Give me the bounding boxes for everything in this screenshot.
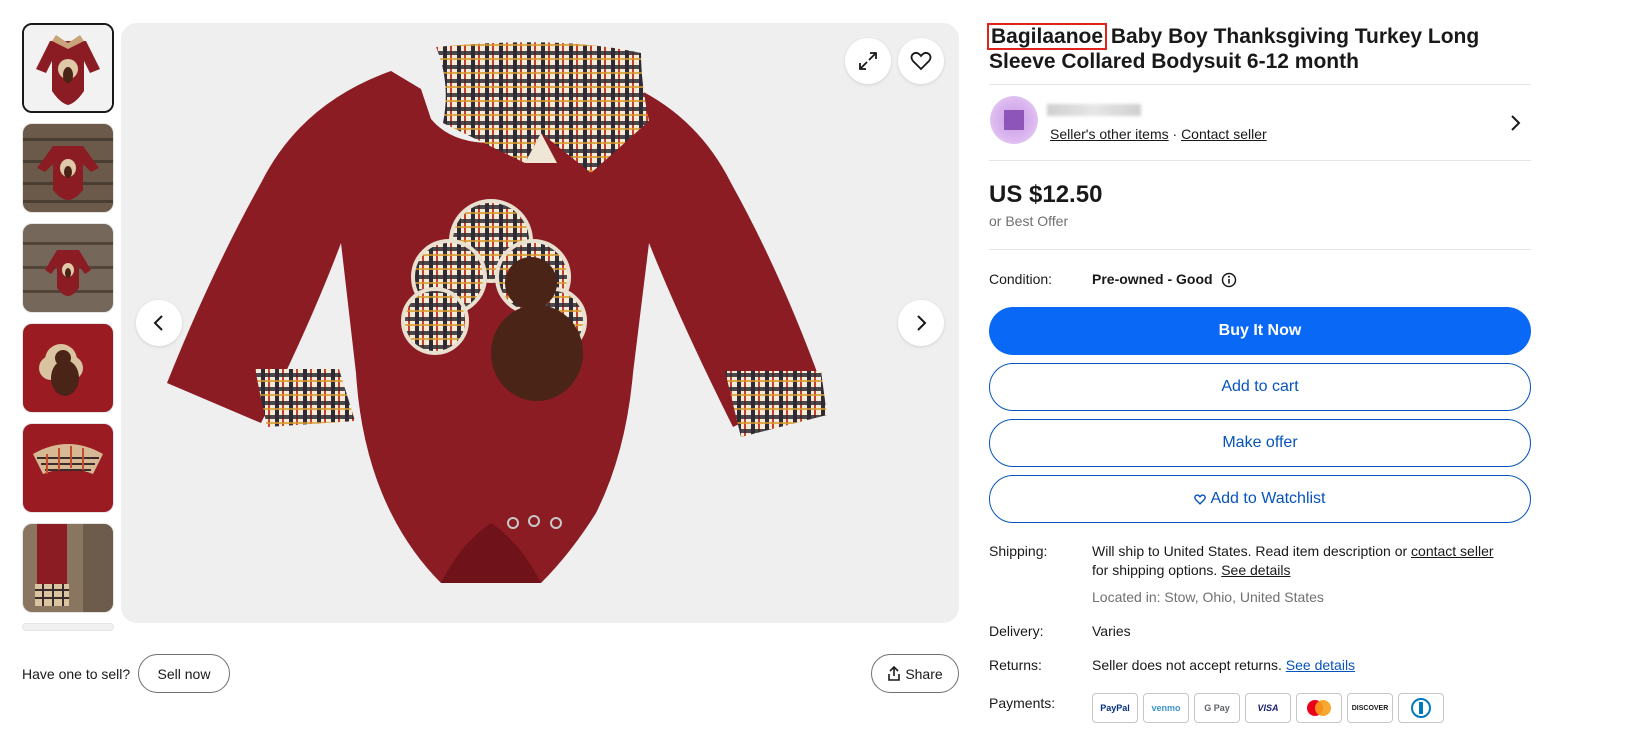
thumbnail-3[interactable] [22, 223, 114, 313]
main-product-image[interactable] [121, 23, 959, 623]
shipping-text-2: for shipping options. [1092, 562, 1222, 578]
heart-icon [1194, 493, 1207, 505]
returns-text: Seller does not accept returns. [1092, 657, 1286, 673]
payment-methods: PayPal venmo G Pay VISA DISCOVER [1092, 693, 1444, 723]
contact-seller-link[interactable]: contact seller [1411, 543, 1493, 559]
collar-closeup-image [23, 424, 113, 512]
add-to-cart-button[interactable]: Add to cart [989, 363, 1531, 411]
buy-it-now-button[interactable]: Buy It Now [989, 307, 1531, 355]
divider [989, 84, 1531, 85]
info-icon[interactable] [1221, 272, 1237, 288]
watch-heart-button[interactable] [898, 38, 944, 84]
venmo-logo: venmo [1143, 693, 1189, 723]
seller-avatar[interactable] [990, 96, 1038, 144]
thumbnail-7[interactable] [22, 623, 114, 631]
chevron-right-icon [1511, 115, 1521, 131]
shipping-see-details-link[interactable]: See details [1221, 562, 1290, 578]
discover-logo: DISCOVER [1347, 693, 1393, 723]
shipping-value: Will ship to United States. Read item de… [1092, 542, 1532, 580]
returns-label: Returns: [989, 657, 1042, 673]
delivery-label: Delivery: [989, 623, 1044, 639]
sleeve-closeup-image [23, 524, 113, 612]
previous-image-button[interactable] [136, 300, 182, 346]
thumbnail-6[interactable] [22, 523, 114, 613]
mastercard-logo [1296, 693, 1342, 723]
shipping-label: Shipping: [989, 543, 1048, 559]
item-title: Bagilaanoe Baby Boy Thanksgiving Turkey … [986, 23, 1531, 74]
paypal-logo: PayPal [1092, 693, 1138, 723]
contact-seller-link[interactable]: Contact seller [1181, 126, 1267, 142]
best-offer-text: or Best Offer [989, 213, 1069, 229]
turkey-applique-closeup-image [23, 324, 113, 412]
bodysuit-on-wood-image [23, 124, 113, 212]
seller-other-items-link[interactable]: Seller's other items [1050, 126, 1169, 142]
visa-logo: VISA [1245, 693, 1291, 723]
price: US $12.50 [989, 181, 1103, 208]
item-location: Located in: Stow, Ohio, United States [1092, 589, 1324, 605]
chevron-left-icon [153, 315, 163, 331]
seller-name-redacted [1047, 104, 1141, 116]
share-label: Share [905, 665, 943, 682]
thumbnail-4[interactable] [22, 323, 114, 413]
condition-value-row: Pre-owned - Good [1092, 270, 1237, 289]
add-to-watchlist-button[interactable]: Add to Watchlist [989, 475, 1531, 523]
diners-club-icon [1411, 698, 1431, 718]
link-separator: · [1172, 126, 1178, 142]
thumbnail-2[interactable] [22, 123, 114, 213]
bodysuit-on-wood-image [23, 224, 113, 312]
diners-logo [1398, 693, 1444, 723]
expand-button[interactable] [845, 38, 891, 84]
thumbnail-1[interactable] [22, 23, 114, 113]
returns-value: Seller does not accept returns. See deta… [1092, 656, 1355, 675]
sell-now-button[interactable]: Sell now [138, 654, 230, 693]
share-icon [888, 665, 901, 681]
divider [989, 249, 1531, 250]
thumbnail-strip [22, 23, 114, 641]
condition-label: Condition: [989, 271, 1053, 287]
next-image-button[interactable] [898, 300, 944, 346]
make-offer-button[interactable]: Make offer [989, 419, 1531, 467]
google-pay-logo: G Pay [1194, 693, 1240, 723]
returns-see-details-link[interactable]: See details [1286, 657, 1355, 673]
watchlist-label: Add to Watchlist [1210, 490, 1326, 507]
shipping-text-1: Will ship to United States. Read item de… [1092, 543, 1412, 559]
chevron-right-icon [917, 315, 927, 331]
expand-icon [859, 52, 877, 70]
heart-icon [910, 51, 932, 71]
bodysuit-photo [167, 42, 827, 583]
condition-value: Pre-owned - Good [1092, 271, 1213, 287]
mastercard-icon [1307, 700, 1331, 716]
seller-links: Seller's other items · Contact seller [1050, 126, 1267, 142]
brand-name: Bagilaanoe [986, 23, 1108, 50]
bodysuit-thumbnail-image [24, 25, 112, 111]
seller-info-chevron[interactable] [1508, 114, 1522, 137]
delivery-value: Varies [1092, 623, 1131, 639]
thumbnail-5[interactable] [22, 423, 114, 513]
share-button[interactable]: Share [871, 654, 959, 693]
have-one-to-sell-text: Have one to sell? [22, 666, 131, 682]
divider [989, 160, 1531, 161]
payments-label: Payments: [989, 695, 1056, 711]
